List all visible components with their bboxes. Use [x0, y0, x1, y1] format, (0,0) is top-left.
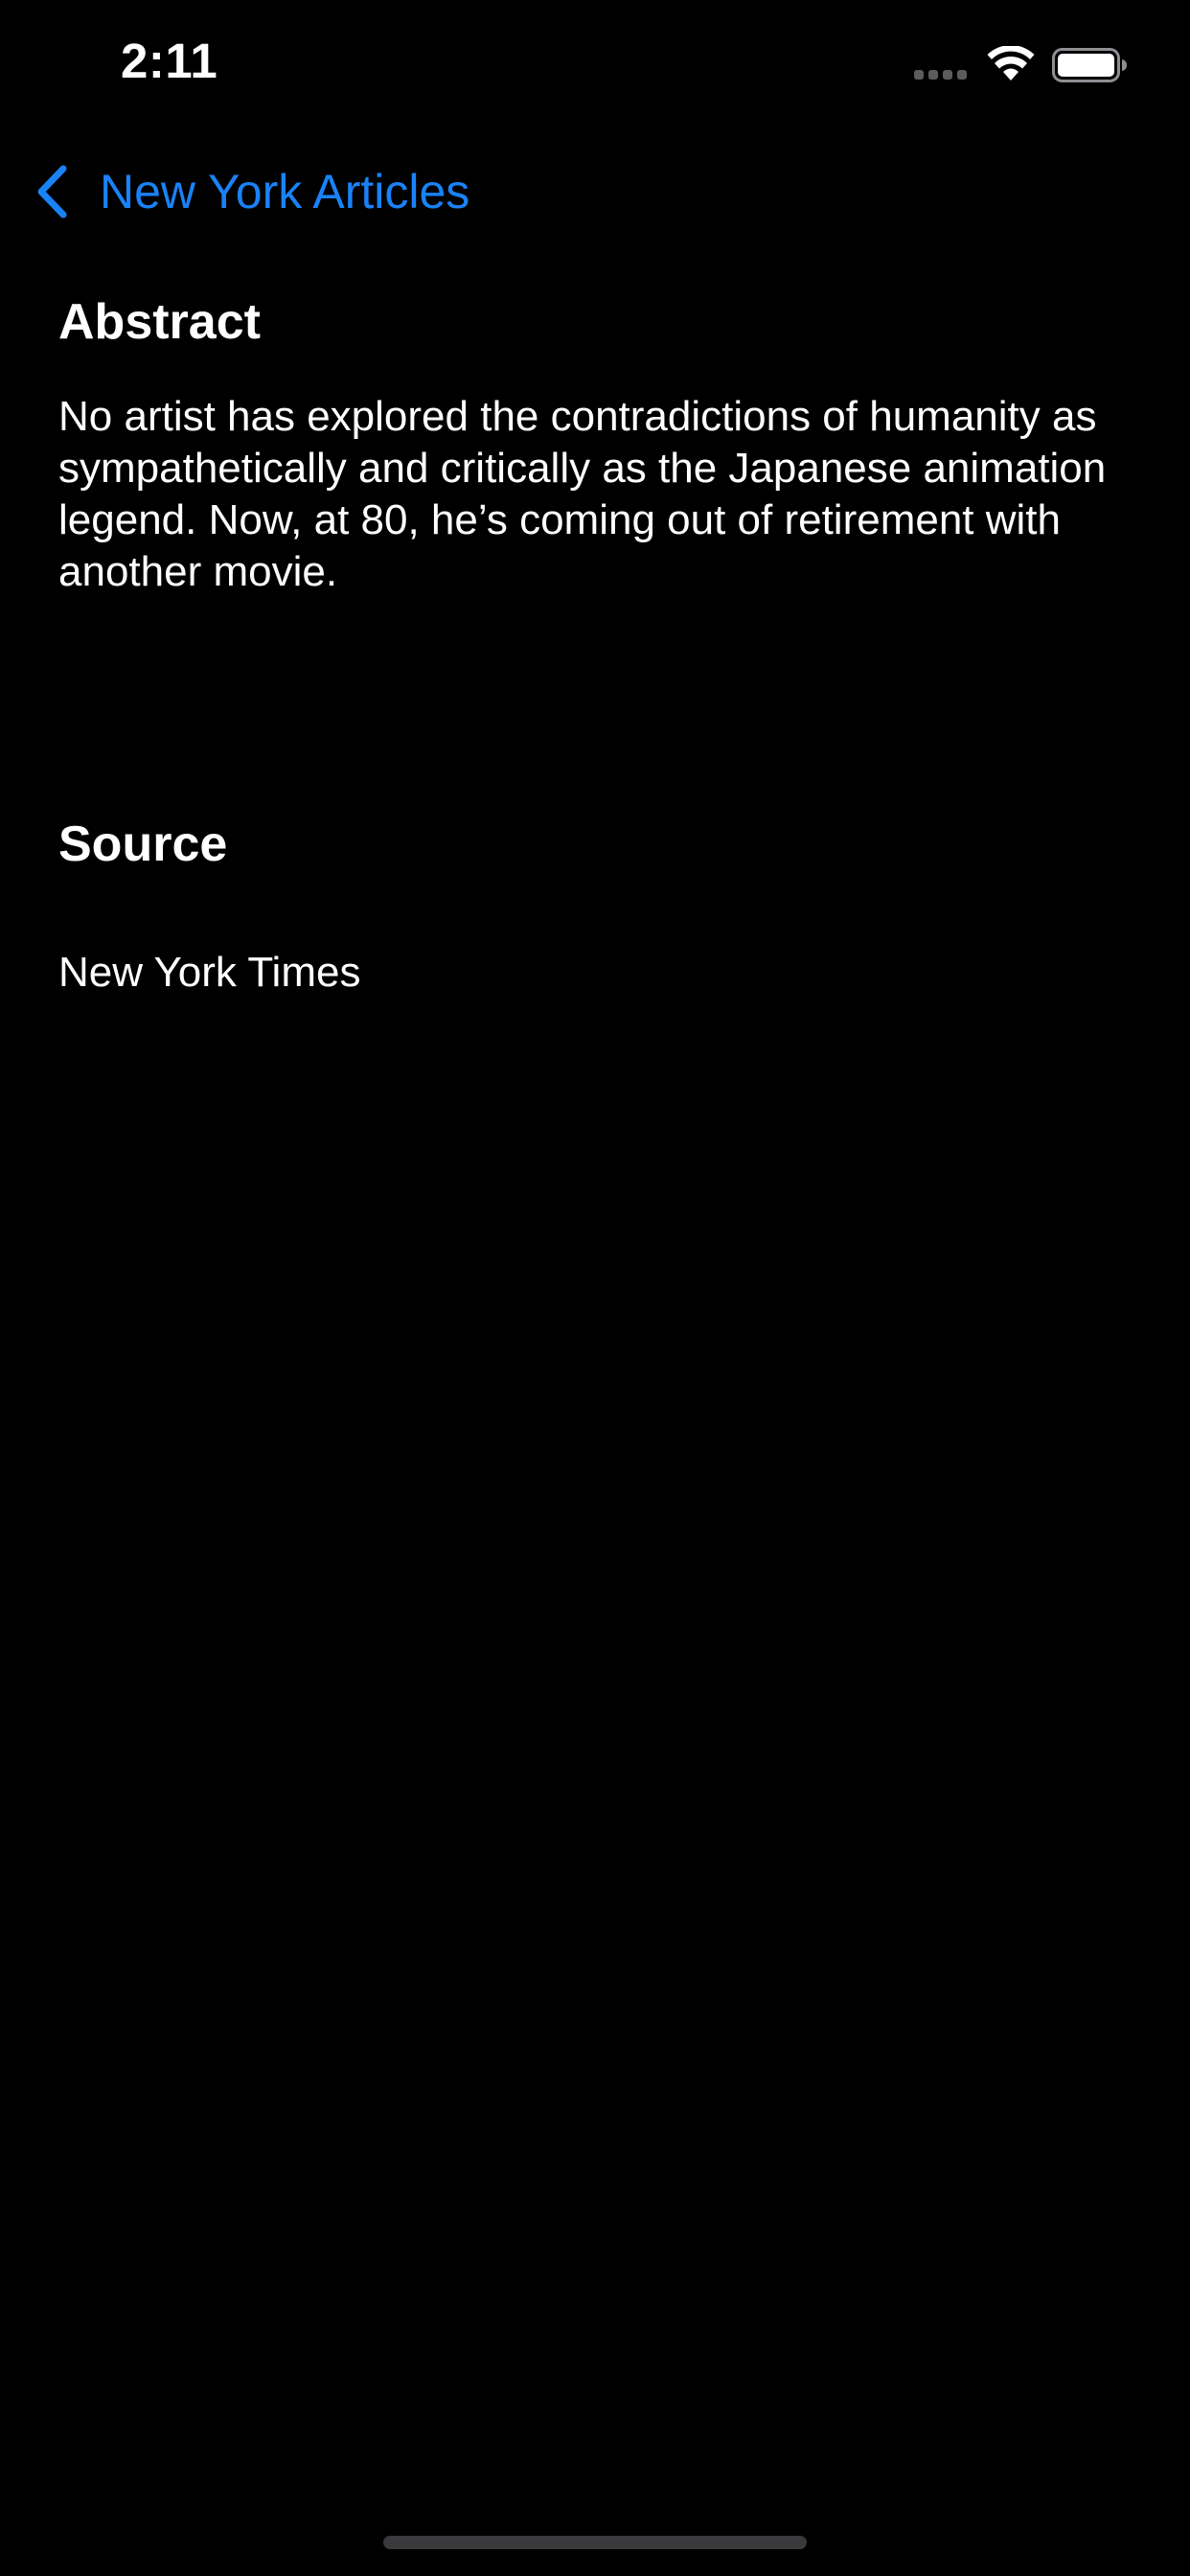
abstract-heading: Abstract — [58, 294, 261, 350]
status-bar: 2:11 — [0, 0, 1190, 126]
abstract-text: No artist has explored the contradiction… — [58, 393, 1107, 595]
cellular-signal-icon — [914, 70, 967, 80]
status-time: 2:11 — [121, 34, 218, 88]
source-heading: Source — [58, 816, 228, 872]
wifi-icon — [987, 46, 1035, 80]
home-indicator[interactable] — [383, 2536, 807, 2549]
back-button[interactable]: New York Articles — [34, 161, 469, 222]
source-value: New York Times — [58, 949, 361, 996]
navigation-bar: New York Articles — [0, 144, 1190, 236]
article-detail: Abstract No artist has explored the cont… — [58, 288, 1132, 598]
battery-icon — [1052, 48, 1127, 82]
chevron-left-icon — [37, 165, 67, 218]
back-button-label: New York Articles — [100, 165, 470, 218]
